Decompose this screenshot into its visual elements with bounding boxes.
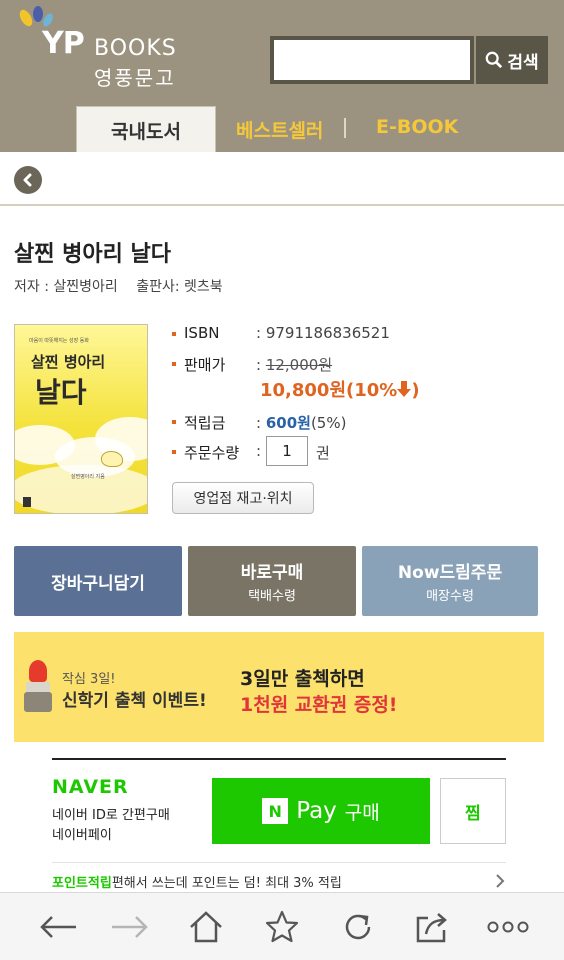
points-description: 편해서 쓰는데 포인트는 덤! 최대 3% 적립	[111, 876, 342, 891]
search-button-label: 검색	[507, 52, 539, 73]
points-value: 600원	[265, 414, 311, 432]
publisher-logo	[23, 497, 31, 507]
quantity-input[interactable]: 1	[266, 436, 308, 466]
naver-points-info[interactable]: 포인트적립편해서 쓰는데 포인트는 덤! 최대 3% 적립	[52, 872, 342, 891]
event-banner[interactable]: 작심 3일! 신학기 출첵 이벤트! 3일만 출첵하면 1천원 교환권 증정!	[14, 632, 544, 742]
store-stock-button[interactable]: 영업점 재고·위치	[172, 482, 314, 514]
tab-domestic-books[interactable]: 국내도서	[76, 106, 216, 154]
tab-ebook[interactable]: E-BOOK	[376, 116, 458, 138]
quantity-label: 주문수량	[184, 444, 240, 462]
search-button[interactable]: 검색	[476, 36, 548, 84]
book-title: 살찐 병아리 날다	[14, 242, 171, 267]
more-button[interactable]	[486, 907, 530, 947]
sub-toolbar	[0, 152, 564, 206]
tab-divider	[344, 118, 346, 138]
logo-yp: YP	[42, 26, 85, 61]
divider	[52, 862, 506, 863]
points-label: 적립금	[184, 414, 226, 432]
naver-buy-label: 구매	[344, 801, 380, 824]
price-label: 판매가	[184, 356, 226, 374]
home-icon	[190, 911, 222, 943]
category-tabs: 국내도서 베스트셀러 E-BOOK	[0, 104, 564, 154]
points-rate: (5%)	[310, 414, 347, 432]
bullet	[172, 332, 176, 336]
naver-pay-label: Pay	[296, 798, 337, 824]
quantity-unit: 권	[316, 444, 330, 462]
naver-pay-buy-button[interactable]: N Pay 구매	[212, 778, 430, 844]
add-to-cart-label: 장바구니담기	[51, 573, 145, 594]
points-highlight: 포인트적립	[52, 876, 112, 891]
isbn-label: ISBN	[184, 324, 220, 342]
banner-right-line2: 1천원 교환권 증정!	[240, 694, 398, 716]
logo-books: BOOKS	[94, 36, 177, 61]
banner-event-title: 신학기 출첵 이벤트!	[62, 691, 207, 711]
buy-now-label: 바로구매	[240, 563, 304, 583]
points-prefix: :	[256, 414, 266, 432]
isbn-value: : 9791186836521	[256, 324, 390, 342]
header: YP BOOKS 영풍문고 검색 국내도서 베스트셀러 E-BOOK	[0, 0, 564, 154]
author-publisher-line: 저자 : 살찐병아리 출판사: 렛츠북	[14, 276, 237, 296]
chick-illustration	[101, 451, 123, 467]
publisher: 출판사: 렛츠북	[136, 279, 223, 295]
tab-bestseller[interactable]: 베스트셀러	[236, 116, 323, 143]
chevron-right-icon[interactable]	[494, 872, 506, 890]
divider	[52, 758, 506, 760]
share-button[interactable]	[412, 907, 452, 947]
search-input[interactable]	[270, 36, 474, 84]
back-button[interactable]	[14, 166, 42, 194]
arrow-left-icon	[40, 916, 76, 938]
star-icon	[265, 910, 299, 943]
bullet	[172, 362, 176, 366]
more-icon	[487, 921, 529, 933]
stamp-icon	[24, 660, 52, 712]
book-cover-image[interactable]: 마음이 따뜻해지는 성장 동화 살찐 병아리 날다 살찐병아리 지음	[14, 324, 148, 514]
yp-books-logo[interactable]: YP BOOKS 영풍문고	[18, 6, 188, 90]
buy-now-sub: 택배수령	[248, 589, 296, 604]
banner-right-line1: 3일만 출첵하면	[240, 668, 365, 690]
now-dream-label: Now드림주문	[397, 563, 503, 583]
buy-now-button[interactable]: 바로구매 택배수령	[188, 546, 356, 616]
arrow-right-icon	[112, 916, 148, 938]
naverpay-desc-line2: 네이버페이	[52, 828, 112, 843]
quantity-prefix: :	[256, 442, 262, 460]
naverpay-desc-line1: 네이버 ID로 간편구매	[52, 808, 170, 823]
arrow-down-icon	[397, 381, 412, 397]
original-price-value: 12,000원	[265, 356, 333, 374]
browser-bottom-nav	[0, 892, 564, 960]
price-prefix: :	[256, 356, 266, 374]
logo-korean: 영풍문고	[94, 66, 176, 90]
browser-back-button[interactable]	[38, 907, 78, 947]
wishlist-button[interactable]: 찜	[440, 778, 506, 844]
original-price: : 12,000원	[256, 354, 332, 375]
browser-forward-button[interactable]	[110, 907, 150, 947]
home-button[interactable]	[186, 907, 226, 947]
search-icon	[486, 51, 503, 69]
now-dream-order-button[interactable]: Now드림주문 매장수령	[362, 546, 538, 616]
sale-price: 10,800원(10%)	[260, 380, 420, 401]
author: 저자 : 살찐병아리	[14, 279, 118, 295]
refresh-icon	[345, 914, 371, 940]
cover-title-line2: 날다	[35, 376, 87, 409]
bullet	[172, 420, 176, 424]
cover-author: 살찐병아리 지음	[71, 474, 105, 480]
bullet	[172, 450, 176, 454]
naver-n-icon: N	[262, 798, 289, 824]
bookmark-button[interactable]	[262, 907, 302, 947]
naver-logo: NAVER	[52, 776, 129, 798]
points: : 600원(5%)	[256, 412, 346, 433]
refresh-button[interactable]	[338, 907, 378, 947]
cover-subtitle: 마음이 따뜻해지는 성장 동화	[29, 338, 89, 344]
banner-small-text: 작심 3일!	[62, 672, 116, 687]
share-icon	[416, 913, 447, 943]
chevron-left-icon	[23, 173, 32, 187]
add-to-cart-button[interactable]: 장바구니담기	[14, 546, 182, 616]
now-dream-sub: 매장수령	[426, 589, 474, 604]
sale-price-value: 10,800원(10%	[260, 380, 398, 401]
cover-title-line1: 살찐 병아리	[31, 353, 106, 371]
